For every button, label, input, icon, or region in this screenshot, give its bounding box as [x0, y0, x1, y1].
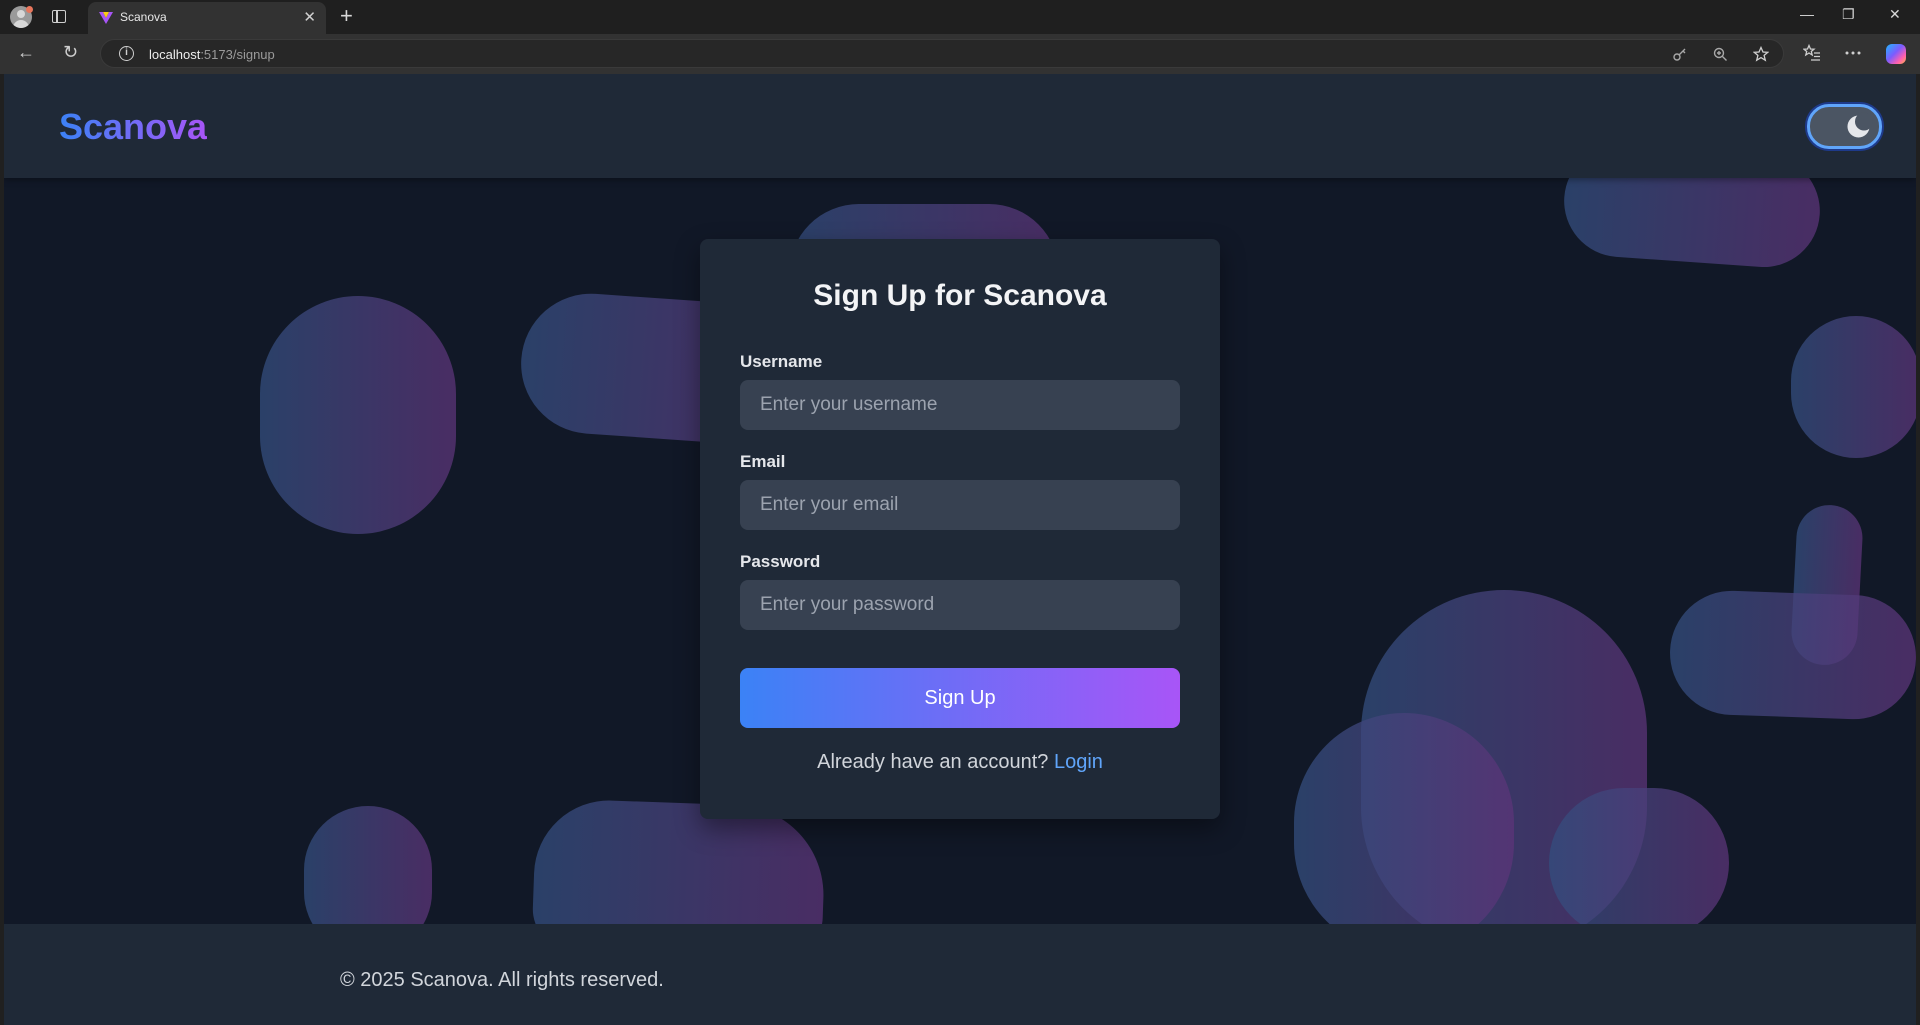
url-text[interactable]: localhost:5173/signup	[149, 47, 275, 62]
background-blob	[1560, 178, 1824, 271]
browser-tab-active[interactable]: Scanova ✕	[88, 2, 326, 34]
site-logo[interactable]: Scanova	[59, 106, 207, 148]
password-input[interactable]	[740, 580, 1180, 630]
username-label: Username	[740, 352, 823, 371]
email-label: Email	[740, 452, 786, 471]
username-input[interactable]	[740, 380, 1180, 430]
background-blob	[1791, 316, 1916, 458]
favorite-star-icon[interactable]	[1753, 46, 1769, 62]
moon-icon	[1847, 112, 1873, 138]
tab-title: Scanova	[120, 10, 167, 24]
login-prompt-text: Already have an account?	[817, 751, 1049, 773]
signup-button[interactable]: Sign Up	[740, 668, 1180, 728]
copyright-text: © 2025 Scanova. All rights reserved.	[340, 969, 664, 991]
browser-tab-strip: Scanova ✕ + — ❐ ✕	[0, 0, 1920, 34]
minimize-button[interactable]: —	[1800, 6, 1814, 22]
background-blob	[1294, 713, 1514, 924]
address-bar[interactable]: i localhost:5173/signup	[100, 39, 1784, 68]
more-options-icon[interactable]	[1845, 51, 1861, 55]
theme-toggle[interactable]	[1807, 104, 1882, 149]
signup-title: Sign Up for Scanova	[813, 279, 1107, 312]
favorites-icon[interactable]	[1803, 44, 1821, 62]
background-blob	[260, 296, 456, 534]
profile-notification-dot	[26, 6, 33, 13]
scanova-favicon-icon	[99, 12, 113, 24]
page-viewport: Scanova Sign Up for Scanova Username Ema…	[4, 74, 1916, 1025]
window-close-button[interactable]: ✕	[1889, 6, 1901, 23]
signup-card: Sign Up for Scanova Username Email Passw…	[700, 239, 1220, 819]
reload-button[interactable]: ↻	[63, 42, 78, 63]
url-path: :5173/signup	[200, 47, 275, 62]
site-info-icon[interactable]: i	[119, 46, 134, 61]
email-input[interactable]	[740, 480, 1180, 530]
background-blob	[1667, 588, 1916, 722]
copilot-icon[interactable]	[1886, 44, 1906, 64]
tab-close-icon[interactable]: ✕	[303, 8, 316, 26]
login-link[interactable]: Login	[1054, 751, 1103, 773]
site-footer: © 2025 Scanova. All rights reserved.	[4, 924, 1916, 1025]
background-blob	[304, 806, 432, 924]
login-prompt: Already have an account? Login	[700, 751, 1220, 774]
main-content: Sign Up for Scanova Username Email Passw…	[4, 178, 1916, 924]
key-icon[interactable]	[1673, 47, 1687, 61]
url-host: localhost	[149, 47, 201, 62]
restore-button[interactable]: ❐	[1842, 6, 1855, 23]
back-button[interactable]: ←	[17, 42, 35, 63]
new-tab-button[interactable]: +	[340, 4, 353, 28]
tab-actions-icon[interactable]	[52, 10, 66, 23]
site-header: Scanova	[4, 74, 1916, 178]
browser-toolbar: ← ↻ i localhost:5173/signup	[0, 34, 1920, 74]
zoom-icon[interactable]	[1713, 47, 1728, 62]
password-label: Password	[740, 552, 821, 571]
background-blob	[1549, 788, 1729, 924]
